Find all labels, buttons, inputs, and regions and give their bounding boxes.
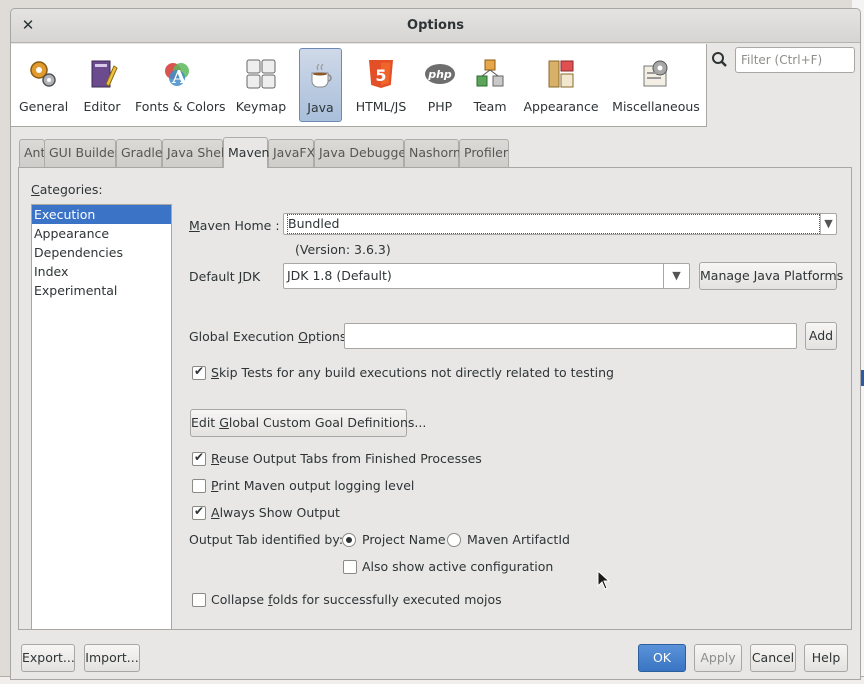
radio-maven-artifactid[interactable] [447, 533, 461, 547]
ok-button[interactable]: OK [638, 644, 686, 672]
tab-gui-builder[interactable]: GUI Builder [44, 139, 120, 167]
svg-text:5: 5 [375, 66, 386, 85]
category-html-js[interactable]: 5 HTML/JS [353, 48, 409, 122]
category-php[interactable]: php PHP [421, 48, 459, 122]
category-label: Miscellaneous [612, 99, 700, 114]
reuse-output-tabs-label: Reuse Output Tabs from Finished Processe… [211, 451, 482, 466]
tab-maven[interactable]: Maven [223, 137, 269, 168]
category-miscellaneous[interactable]: Miscellaneous [611, 48, 701, 122]
team-cubes-icon [476, 59, 504, 87]
manage-java-platforms-button[interactable]: Manage Java Platforms [699, 262, 843, 290]
tab-profiler[interactable]: Profiler [459, 139, 509, 167]
list-item-appearance[interactable]: Appearance [32, 224, 171, 243]
category-editor[interactable]: Editor [77, 48, 127, 122]
tab-java-shell[interactable]: Java Shell [162, 139, 228, 167]
print-logging-checkbox[interactable] [192, 479, 206, 493]
tab-ant[interactable]: Ant [19, 139, 45, 167]
default-jdk-label: Default JDK [189, 269, 261, 284]
editor-icon [91, 60, 118, 88]
tab-java-debugger[interactable]: Java Debugger [314, 139, 411, 167]
svg-text:php: php [427, 68, 452, 81]
print-logging-label: Print Maven output logging level [211, 478, 415, 493]
category-label: HTML/JS [355, 99, 407, 114]
skip-tests-checkbox[interactable] [192, 364, 206, 380]
default-jdk-value: JDK 1.8 (Default) [287, 268, 392, 283]
category-general[interactable]: General [19, 48, 69, 122]
always-show-output-checkbox[interactable] [192, 504, 206, 520]
default-jdk-combo[interactable]: JDK 1.8 (Default) ▼ [283, 263, 690, 289]
category-java[interactable]: Java [299, 48, 342, 122]
fonts-colors-icon: A [165, 63, 189, 88]
html5-icon: 5 [369, 60, 393, 88]
category-label: Appearance [523, 99, 599, 114]
list-item-experimental[interactable]: Experimental [32, 281, 171, 300]
maven-home-label: Maven Home : [189, 218, 280, 233]
show-active-config-label: Also show active configuration [362, 559, 554, 574]
search-icon [712, 52, 727, 67]
list-item-index[interactable]: Index [32, 262, 171, 281]
global-options-label: Global Execution Options: [189, 329, 351, 344]
mouse-pointer-icon [597, 570, 611, 590]
apply-button[interactable]: Apply [694, 644, 742, 672]
category-label: Java [307, 100, 334, 115]
category-keymap[interactable]: Keymap [233, 48, 289, 122]
category-label: General [19, 99, 69, 114]
list-item-execution[interactable]: Execution [32, 205, 171, 224]
skip-tests-label: Skip Tests for any build executions not … [211, 365, 614, 380]
cancel-button[interactable]: Cancel [750, 644, 796, 672]
export-button[interactable]: Export... [21, 644, 75, 672]
filter-input[interactable] [735, 47, 855, 73]
keymap-icon [246, 59, 276, 89]
radio-project-name-label: Project Name [362, 532, 446, 547]
collapse-folds-label: Collapse folds for successfully executed… [211, 592, 502, 607]
categories-label: Categories: [31, 182, 103, 197]
always-show-output-label: Always Show Output [211, 505, 340, 520]
tab-nashorn[interactable]: Nashorn [404, 139, 461, 167]
edit-global-goals-button[interactable]: Edit Global Custom Goal Definitions... [190, 409, 426, 437]
global-options-field[interactable] [344, 323, 797, 349]
maven-home-value: Bundled [287, 214, 820, 234]
miscellaneous-icon [643, 60, 668, 87]
svg-text:A: A [171, 67, 187, 88]
category-appearance[interactable]: Appearance [523, 48, 599, 122]
category-label: Keymap [235, 99, 287, 114]
radio-project-name[interactable] [342, 533, 356, 547]
gears-icon [30, 61, 56, 87]
chevron-down-icon: ▼ [663, 264, 689, 288]
category-label: Editor [83, 99, 121, 114]
appearance-icon [548, 60, 574, 88]
tab-javafx[interactable]: JavaFX [268, 139, 315, 167]
show-active-config-checkbox[interactable] [343, 560, 357, 574]
output-tab-label: Output Tab identified by: [189, 532, 344, 547]
reuse-output-tabs-checkbox[interactable] [192, 450, 206, 466]
import-button[interactable]: Import... [84, 644, 140, 672]
maven-home-combo[interactable]: Bundled ▼ [283, 213, 837, 235]
category-label: Fonts & Colors [135, 99, 226, 114]
maven-settings-panel: Categories: Execution Appearance Depende… [18, 167, 852, 630]
add-button[interactable]: Add [805, 322, 837, 350]
help-button[interactable]: Help [804, 644, 848, 672]
category-label: Team [473, 99, 507, 114]
java-cup-icon [311, 63, 332, 88]
category-list[interactable]: Execution Appearance Dependencies Index … [31, 204, 172, 630]
radio-maven-artifactid-label: Maven ArtifactId [467, 532, 570, 547]
chevron-down-icon: ▼ [820, 214, 836, 234]
category-fonts-colors[interactable]: A Fonts & Colors [135, 48, 226, 122]
category-label: PHP [427, 99, 453, 114]
tab-gradle[interactable]: Gradle [116, 139, 163, 167]
php-icon: php [425, 64, 455, 84]
dialog-title: Options [407, 18, 464, 33]
list-item-dependencies[interactable]: Dependencies [32, 243, 171, 262]
maven-version-text: (Version: 3.6.3) [295, 242, 391, 257]
category-team[interactable]: Team [469, 48, 511, 122]
options-dialog: ✕ Options General Editor A Fonts & Color… [10, 8, 861, 680]
collapse-folds-checkbox[interactable] [192, 593, 206, 607]
category-toolbar: General Editor A Fonts & Colors Keymap J… [11, 44, 707, 127]
title-bar: ✕ Options [11, 9, 860, 43]
